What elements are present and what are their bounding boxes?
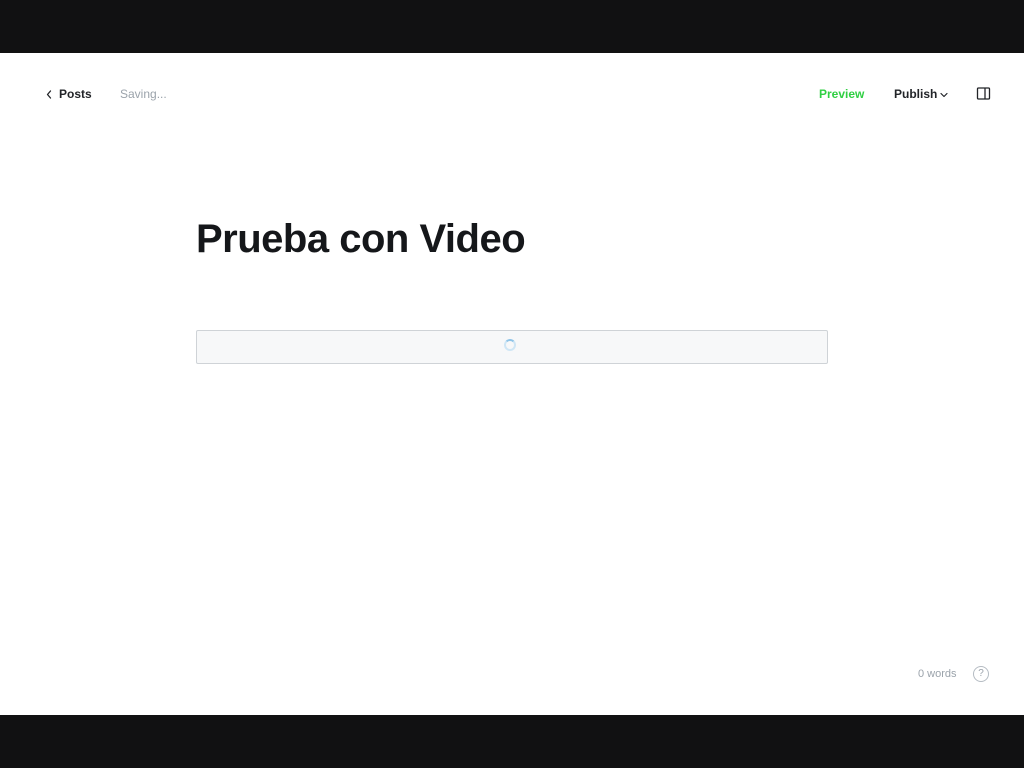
- top-letterbox: [0, 0, 1024, 53]
- word-count: 0 words: [918, 668, 957, 680]
- chevron-down-icon: [940, 91, 948, 98]
- preview-button[interactable]: Preview: [819, 87, 864, 101]
- question-icon: ?: [978, 668, 984, 679]
- sidebar-icon: [976, 86, 992, 102]
- help-button[interactable]: ?: [973, 666, 989, 682]
- bottom-letterbox: [0, 715, 1024, 768]
- post-title[interactable]: Prueba con Video: [196, 215, 836, 263]
- back-link-label: Posts: [59, 87, 92, 101]
- settings-sidebar-toggle[interactable]: [976, 86, 992, 102]
- loading-spinner-icon: [504, 339, 516, 351]
- publish-label: Publish: [894, 87, 938, 101]
- video-embed-card[interactable]: [196, 330, 828, 364]
- back-to-posts-link[interactable]: Posts: [46, 86, 92, 102]
- chevron-left-icon: [46, 89, 52, 99]
- post-editor: Posts Saving... Preview Publish Prueba c…: [0, 53, 1024, 715]
- save-status: Saving...: [120, 87, 167, 101]
- publish-menu-button[interactable]: Publish: [894, 87, 948, 101]
